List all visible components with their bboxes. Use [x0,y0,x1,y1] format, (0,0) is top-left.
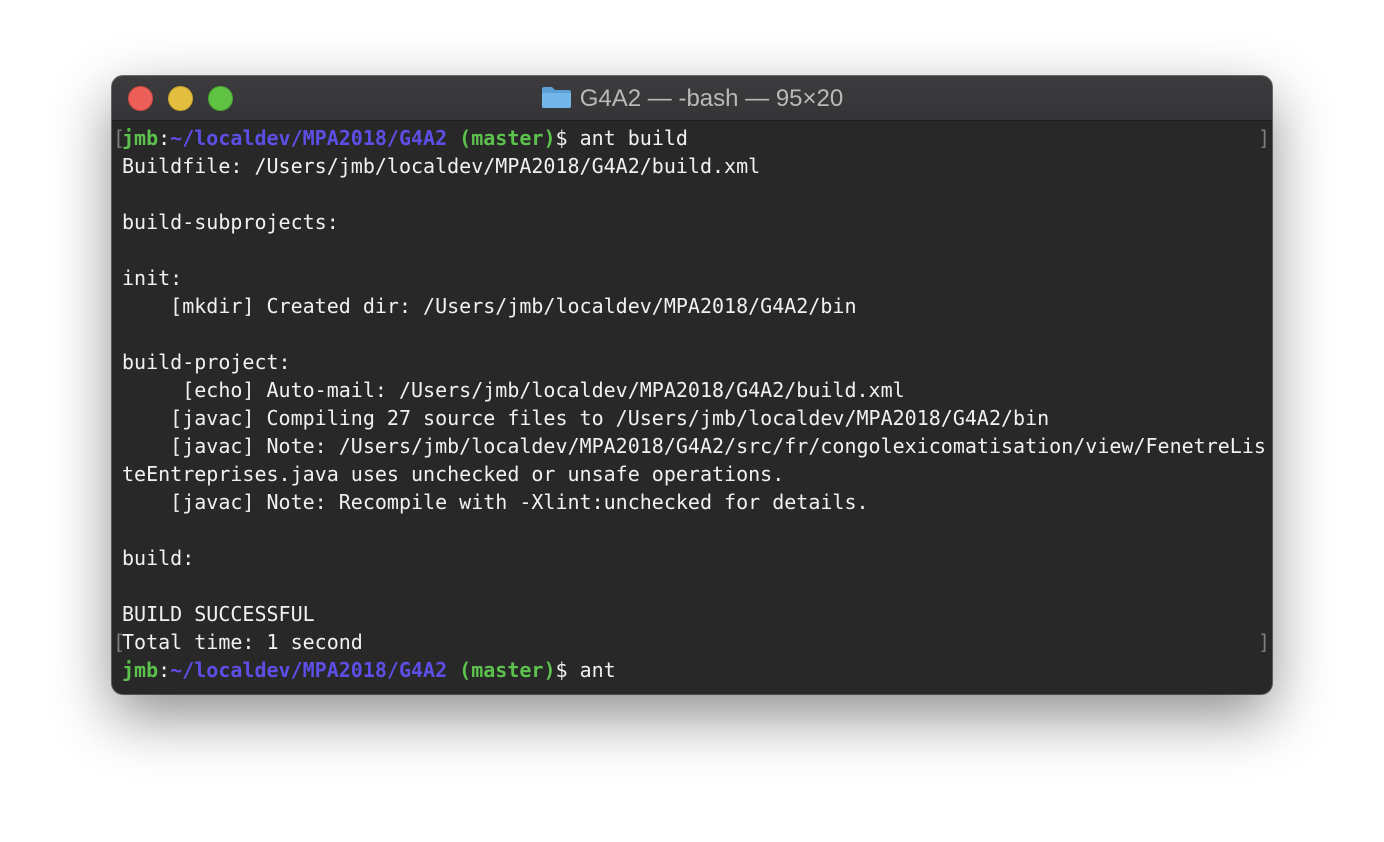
mark-close: ] [1257,630,1270,654]
prompt-separator: : [158,126,171,150]
prompt-line-1: jmb:~/localdev/MPA2018/G4A2 (master)$ an… [122,124,688,152]
window-title-area: G4A2 — -bash — 95×20 [112,85,1272,113]
output-line: init: [122,266,183,290]
output-line: build-project: [122,350,291,374]
prompt-path: ~/localdev/MPA2018/G4A2 [170,126,448,150]
prompt-separator: : [158,658,171,682]
output-line: [javac] Note: /Users/jmb/localdev/MPA201… [122,434,1266,458]
prompt-command[interactable]: ant [580,658,616,682]
prompt-dollar: $ [555,658,580,682]
output-line: Total time: 1 second [122,630,363,654]
terminal-content[interactable]: [ ] jmb:~/localdev/MPA2018/G4A2 (master)… [112,121,1272,694]
output-line: [javac] Compiling 27 source files to /Us… [122,406,1050,430]
title-bar[interactable]: G4A2 — -bash — 95×20 [112,76,1272,121]
prompt-command: ant build [579,126,688,150]
prompt-branch: (master) [459,658,556,682]
prompt-user: jmb [122,658,159,682]
folder-icon [541,87,571,109]
output-line: Buildfile: /Users/jmb/localdev/MPA2018/G… [122,154,761,178]
output-line: build: [122,546,195,570]
prompt-user: jmb [122,126,159,150]
output-line: [javac] Note: Recompile with -Xlint:unch… [122,490,869,514]
output-line: build-subprojects: [122,210,339,234]
output-line: BUILD SUCCESSFUL [122,602,315,626]
prompt-dollar: $ [555,126,580,150]
mark-close: ] [1257,126,1270,150]
prompt-path: ~/localdev/MPA2018/G4A2 [170,658,448,682]
output-line: [mkdir] Created dir: /Users/jmb/localdev… [122,294,857,318]
prompt-branch: (master) [459,126,556,150]
window-title: G4A2 — -bash — 95×20 [579,85,844,112]
output-line: teEntreprises.java uses unchecked or uns… [122,462,785,486]
output-line: [echo] Auto-mail: /Users/jmb/localdev/MP… [122,378,905,402]
prompt-line-2: jmb:~/localdev/MPA2018/G4A2 (master)$ an… [122,656,616,684]
terminal-window[interactable]: G4A2 — -bash — 95×20 [ ] jmb:~/localdev/… [112,76,1272,694]
